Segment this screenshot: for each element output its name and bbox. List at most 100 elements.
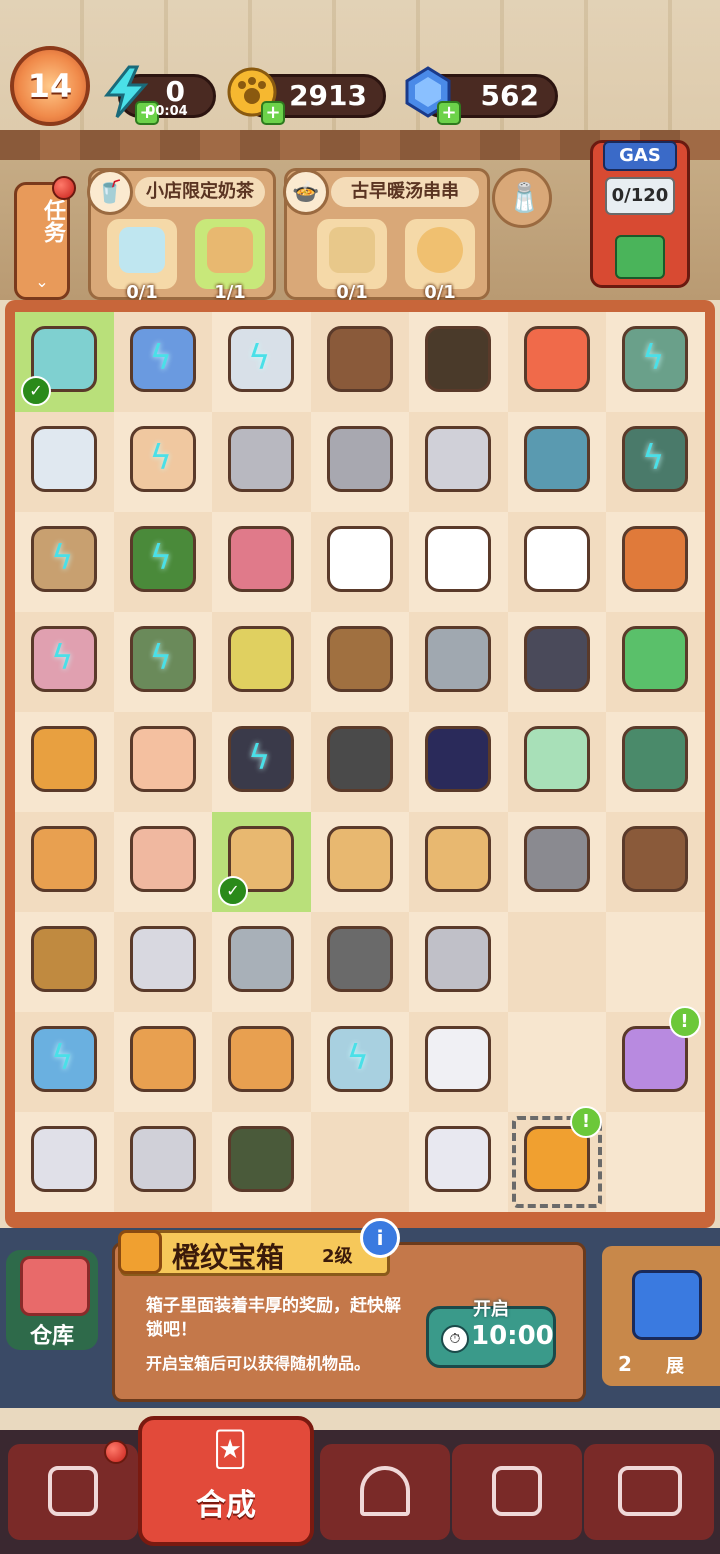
nav-map[interactable]: [452, 1444, 582, 1540]
skewer-box-icon: [31, 726, 97, 792]
board-cell[interactable]: [113, 712, 212, 812]
board-cell[interactable]: [15, 812, 114, 912]
nav-merge[interactable]: 🃏 合成: [138, 1416, 314, 1546]
board-cell[interactable]: [606, 512, 705, 612]
board-cell[interactable]: [310, 412, 409, 512]
board-cell[interactable]: ϟ: [310, 1012, 409, 1112]
add-coins-icon[interactable]: +: [261, 101, 285, 125]
order-slot-done[interactable]: 1/1: [195, 219, 265, 303]
board-cell[interactable]: [409, 1112, 508, 1212]
envelope-open-icon: [129, 726, 196, 792]
board-cell[interactable]: [310, 512, 409, 612]
board-cell[interactable]: [606, 812, 705, 912]
board-cell[interactable]: [113, 912, 212, 1012]
board-cell[interactable]: [310, 712, 409, 812]
open-chest-button[interactable]: 开启 ⏱ 10:00: [426, 1299, 556, 1368]
board-cell[interactable]: ϟ: [15, 512, 114, 612]
board-cell[interactable]: [409, 412, 508, 512]
board-cell[interactable]: [507, 512, 606, 612]
order-card-more[interactable]: 🧂: [492, 168, 552, 228]
board-cell[interactable]: [310, 312, 409, 412]
board-cell[interactable]: [606, 712, 705, 812]
gas-meter: 0/120: [605, 177, 675, 215]
order-slot[interactable]: 0/1: [107, 219, 177, 303]
check-icon: ✓: [218, 876, 248, 906]
warehouse-button[interactable]: 仓库: [6, 1250, 98, 1350]
board-cell[interactable]: [409, 912, 508, 1012]
board-cell[interactable]: !: [507, 1106, 606, 1212]
board-cell[interactable]: [507, 1012, 606, 1112]
nav-service[interactable]: [320, 1444, 450, 1540]
board-cell[interactable]: [310, 812, 409, 912]
board-cell[interactable]: ϟ: [113, 412, 212, 512]
board-cell[interactable]: [310, 1112, 409, 1212]
board-cell[interactable]: [15, 712, 114, 812]
board-cell[interactable]: [113, 812, 212, 912]
add-gems-icon[interactable]: +: [437, 101, 461, 125]
board-cell[interactable]: [409, 812, 508, 912]
energy-counter[interactable]: + 0 00:04: [103, 65, 216, 125]
board-cell[interactable]: ϟ: [113, 612, 212, 712]
board-cell[interactable]: [15, 412, 114, 512]
board-cell[interactable]: ✓: [212, 812, 311, 912]
board-cell[interactable]: [212, 612, 311, 712]
gum-icon: [622, 626, 688, 692]
board-cell[interactable]: [409, 1012, 508, 1112]
board-cell[interactable]: ϟ: [113, 312, 212, 412]
board-cell[interactable]: [113, 1112, 212, 1212]
board-cell[interactable]: ϟ: [15, 612, 114, 712]
board-cell[interactable]: ϟ: [113, 512, 212, 612]
gas-pump[interactable]: GAS 0/120: [590, 140, 690, 288]
notification-dot: [52, 176, 76, 200]
board-cell[interactable]: [409, 512, 508, 612]
board-cell[interactable]: [409, 312, 508, 412]
board-cell[interactable]: ϟ: [212, 312, 311, 412]
board-cell[interactable]: [409, 712, 508, 812]
board-cell[interactable]: [507, 312, 606, 412]
brush-icon: [228, 526, 294, 592]
board-cell[interactable]: [507, 912, 606, 1012]
board-cell[interactable]: [15, 1112, 114, 1212]
board-cell[interactable]: [212, 912, 311, 1012]
milktea-icon: 🥤: [87, 169, 133, 215]
nav-bus[interactable]: [584, 1444, 714, 1540]
board-cell[interactable]: [113, 1012, 212, 1112]
locked-bolt-icon: ϟ: [51, 538, 74, 578]
coin-counter[interactable]: + 2913: [227, 67, 386, 125]
player-level-badge[interactable]: 14: [10, 46, 90, 126]
board-cell[interactable]: [507, 612, 606, 712]
bamboo-plant-icon: [228, 1126, 294, 1192]
board-cell[interactable]: !: [606, 1006, 705, 1112]
toaster-icon: [31, 1126, 97, 1192]
order-slot[interactable]: 0/1: [317, 219, 387, 303]
order-slot[interactable]: 0/1: [405, 219, 475, 303]
board-cell[interactable]: [212, 512, 311, 612]
board-cell[interactable]: [507, 712, 606, 812]
board-cell[interactable]: [606, 1112, 705, 1212]
board-cell[interactable]: [606, 912, 705, 1012]
info-icon[interactable]: i: [360, 1218, 400, 1258]
locked-bolt-icon: ϟ: [51, 638, 74, 678]
board-cell[interactable]: [212, 1012, 311, 1112]
board-cell[interactable]: [606, 612, 705, 712]
notification-dot: [104, 1440, 128, 1464]
board-cell[interactable]: ϟ: [606, 412, 705, 512]
order-card-milktea[interactable]: 🥤 小店限定奶茶 0/1 1/1: [87, 168, 276, 303]
board-cell[interactable]: [15, 912, 114, 1012]
board-cell[interactable]: ϟ: [212, 712, 311, 812]
board-cell[interactable]: [507, 412, 606, 512]
board-cell[interactable]: [310, 612, 409, 712]
board-cell[interactable]: [212, 412, 311, 512]
board-cell[interactable]: [409, 612, 508, 712]
board-cell[interactable]: ϟ: [606, 312, 705, 412]
board-cell[interactable]: [212, 1112, 311, 1212]
gem-counter[interactable]: + 562: [405, 66, 558, 125]
board-cell[interactable]: ✓: [15, 312, 114, 412]
order-card-soup-skewers[interactable]: 🍲 古早暖汤串串 0/1 0/1: [283, 168, 490, 303]
display-case-button[interactable]: 2 展: [602, 1246, 720, 1386]
board-cell[interactable]: [310, 912, 409, 1012]
board-cell[interactable]: ϟ: [15, 1012, 114, 1112]
board-cell[interactable]: [507, 812, 606, 912]
locked-bolt-icon: ϟ: [149, 638, 172, 678]
check-icon: ✓: [21, 376, 51, 406]
